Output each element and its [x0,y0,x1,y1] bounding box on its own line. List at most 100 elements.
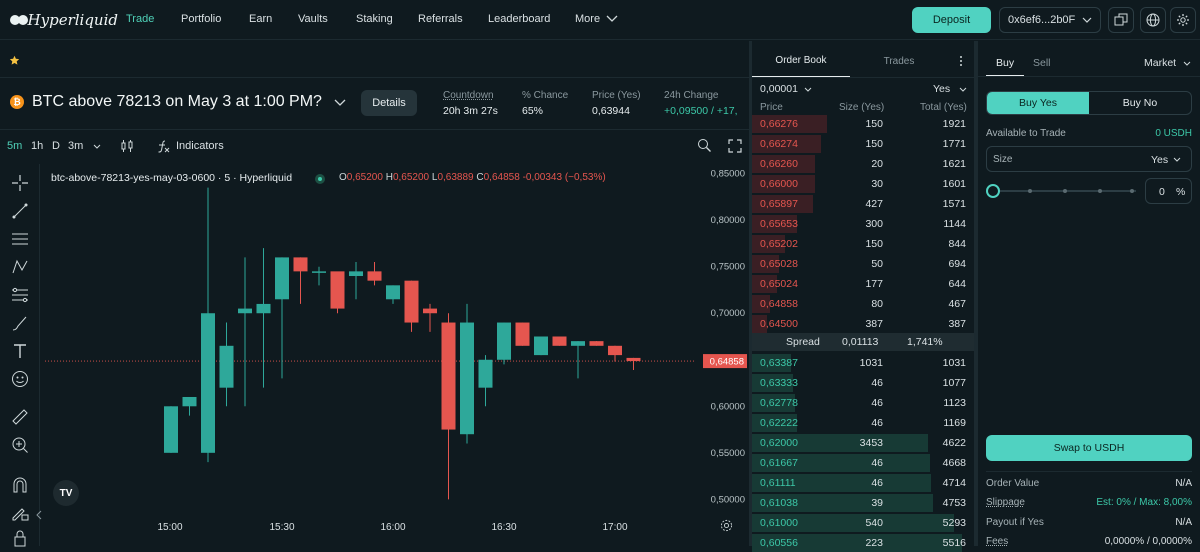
candlestick-plot: 0,850000,800000,750000,700000,650000,600… [45,169,747,533]
order-book-panel: Order Book Trades 0,00001 Yes Price Size… [752,45,974,552]
order-type-select[interactable]: Market [1144,57,1176,69]
crosshair-icon [12,175,28,191]
market-title[interactable]: BTC above 78213 on May 3 at 1:00 PM? [32,93,322,111]
bid-row[interactable]: 0,60556 223 5516 [752,533,974,552]
interval-3m[interactable]: 3m [68,140,83,152]
hyperliquid-logo[interactable]: Hyperliquid [10,11,118,29]
nav-trade[interactable]: Trade [126,13,154,25]
wallet-button[interactable]: 0x6ef6...2b0F [999,7,1101,33]
indicators-button[interactable]: Indicators [176,140,224,152]
swap-button[interactable]: Swap to USDH [986,435,1192,461]
row-total: 1601 [942,178,966,190]
ask-row[interactable]: 0,64858 80 467 [752,294,974,313]
nav-earn[interactable]: Earn [249,13,272,25]
lock-drawing-tool[interactable] [10,503,30,523]
ask-row[interactable]: 0,65024 177 644 [752,274,974,293]
crosshair-tool[interactable] [10,173,30,193]
ruler-tool[interactable] [10,407,30,427]
ask-row[interactable]: 0,65202 150 844 [752,234,974,253]
bid-row[interactable]: 0,63333 46 1077 [752,373,974,392]
details-button[interactable]: Details [361,90,417,116]
wallet-address: 0x6ef6...2b0F [1008,14,1076,26]
chevron-down-icon[interactable] [334,99,346,107]
spread-label: Spread [786,336,820,348]
price-chart[interactable]: btc-above-78213-yes-may-03-0600 · 5 · Hy… [45,164,748,534]
star-icon[interactable] [9,55,20,66]
stat-label: 24h Change [664,90,719,101]
market-header: ₿ BTC above 78213 on May 3 at 1:00 PM? D… [0,79,749,130]
order-value-label: Order Value [986,478,1040,489]
ask-row[interactable]: 0,65897 427 1571 [752,194,974,213]
settings-button[interactable] [1170,7,1196,33]
nav-leaderboard[interactable]: Leaderboard [488,13,550,25]
buy-yes-button[interactable]: Buy Yes [987,92,1089,114]
fullscreen-icon[interactable] [728,139,742,153]
unit-select[interactable]: Yes [933,83,950,95]
nav-vaults[interactable]: Vaults [298,13,328,25]
slider-handle[interactable] [986,184,1000,198]
drawing-toolbar [0,164,42,548]
zoom-icon[interactable] [697,138,712,153]
pattern-tool[interactable] [10,257,30,277]
ask-row[interactable]: 0,66274 150 1771 [752,134,974,153]
tab-sell[interactable]: Sell [1033,57,1051,69]
tab-order-book[interactable]: Order Book [752,45,850,77]
interval-5m[interactable]: 5m [7,140,22,152]
candle-body [349,271,363,277]
ask-row[interactable]: 0,64500 387 387 [752,314,974,333]
tab-buy[interactable]: Buy [996,57,1014,69]
candle-body [386,285,400,300]
nav-referrals[interactable]: Referrals [418,13,463,25]
tick-size-select[interactable]: 0,00001 [760,83,798,95]
tab-trades[interactable]: Trades [850,45,948,77]
language-button[interactable] [1140,7,1166,33]
screens-button[interactable] [1108,7,1134,33]
indicators-icon[interactable] [156,139,170,153]
interval-d[interactable]: D [52,140,60,152]
lock-tool[interactable] [10,528,30,548]
size-slider[interactable] [986,184,1136,198]
bid-row[interactable]: 0,61111 46 4714 [752,473,974,492]
candle-type-icon[interactable] [120,139,134,153]
row-price: 0,61000 [760,517,798,529]
bid-row[interactable]: 0,62222 46 1169 [752,413,974,432]
slippage-value: Est: 0% / Max: 8,00% [1096,497,1192,508]
text-tool[interactable] [10,341,30,361]
percent-input[interactable]: 0 % [1145,178,1192,204]
bid-row[interactable]: 0,63387 1031 1031 [752,353,974,372]
bid-row[interactable]: 0,62000 3453 4622 [752,433,974,452]
buy-no-button[interactable]: Buy No [1089,92,1191,114]
divider [986,471,1192,472]
row-total: 5516 [942,537,966,549]
ask-row[interactable]: 0,66000 30 1601 [752,174,974,193]
ask-row[interactable]: 0,65028 50 694 [752,254,974,273]
zoom-in-tool[interactable] [10,435,30,455]
bid-row[interactable]: 0,61000 540 5293 [752,513,974,532]
size-unit-select[interactable]: Yes [1151,154,1168,166]
chevron-down-icon[interactable] [93,144,101,149]
nav-staking[interactable]: Staking [356,13,393,25]
emoji-tool[interactable] [10,369,30,389]
size-input[interactable]: Size Yes [986,146,1192,172]
tradingview-logo[interactable]: TV [53,480,79,506]
interval-1h[interactable]: 1h [31,140,43,152]
x-tick-label: 17:00 [602,522,627,533]
bid-row[interactable]: 0,61038 39 4753 [752,493,974,512]
magnet-tool[interactable] [10,475,30,495]
ask-row[interactable]: 0,66276 150 1921 [752,114,974,133]
deposit-button[interactable]: Deposit [912,7,991,33]
more-vertical-icon[interactable] [959,55,963,67]
collapse-icon[interactable] [36,510,42,520]
horizontal-lines-tool[interactable] [10,229,30,249]
row-size: 46 [871,417,883,429]
brush-tool[interactable] [10,313,30,333]
fib-tool[interactable] [10,285,30,305]
ask-row[interactable]: 0,65653 300 1144 [752,214,974,233]
bid-row[interactable]: 0,61667 46 4668 [752,453,974,472]
trendline-tool[interactable] [10,201,30,221]
chart-settings-icon[interactable] [720,519,733,532]
nav-more[interactable]: More [575,13,600,25]
ask-row[interactable]: 0,66260 20 1621 [752,154,974,173]
nav-portfolio[interactable]: Portfolio [181,13,221,25]
bid-row[interactable]: 0,62778 46 1123 [752,393,974,412]
